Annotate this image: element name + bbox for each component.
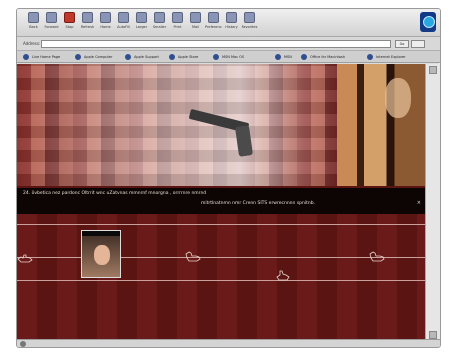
favorites-button[interactable]: Favorites (241, 12, 258, 34)
url-input[interactable] (41, 40, 391, 48)
scroll-up-icon[interactable] (429, 66, 437, 74)
ticker-line-2: mitrtlnatnmn nmr Crenn SITS erwrecnnnn s… (201, 201, 316, 206)
status-bar (17, 339, 440, 347)
favorite-link[interactable]: Apple Store (169, 53, 198, 61)
hero-banner-image (17, 64, 427, 186)
scroll-down-icon[interactable] (429, 331, 437, 339)
mail-button[interactable]: Mail (187, 12, 204, 34)
browser-window: Back Forward Stop Refresh Home AutoFill … (16, 8, 441, 348)
favorite-link[interactable]: Apple Computer (75, 53, 112, 61)
preferences-button[interactable]: Preferences (205, 12, 222, 34)
browser-toolbar: Back Forward Stop Refresh Home AutoFill … (17, 9, 440, 37)
larger-text-button[interactable]: Larger (133, 12, 150, 34)
duck-nav-icon[interactable] (369, 250, 385, 262)
address-bar: Address: Go (17, 37, 440, 51)
history-button[interactable]: History (223, 12, 240, 34)
go-button[interactable]: Go (395, 40, 409, 48)
browser-throbber-icon (420, 12, 436, 32)
favorite-link[interactable]: Office for Macintosh (301, 53, 345, 61)
favorite-link[interactable]: Internet Explorer (367, 53, 406, 61)
scrolling-ticker: 24. övbetica nez pardonc Oltrrit wnc uZa… (17, 188, 427, 214)
larger-text-icon (136, 12, 147, 23)
home-icon (100, 12, 111, 23)
smaller-text-icon (154, 12, 165, 23)
vertical-scrollbar[interactable] (425, 64, 440, 341)
print-button[interactable]: Print (169, 12, 186, 34)
favorite-link[interactable]: Apple Support (125, 53, 159, 61)
back-arrow-icon (28, 12, 39, 23)
portrait-thumbnail-link[interactable] (81, 230, 121, 278)
web-page: 24. övbetica nez pardonc Oltrrit wnc uZa… (17, 64, 427, 341)
refresh-button[interactable]: Refresh (79, 12, 96, 34)
stop-button[interactable]: Stop (61, 12, 78, 34)
favorite-link[interactable]: MSN (275, 53, 292, 61)
smaller-text-button[interactable]: Smaller (151, 12, 168, 34)
refresh-icon (82, 12, 93, 23)
preferences-icon (208, 12, 219, 23)
autofill-button[interactable]: AutoFill (115, 12, 132, 34)
ticker-line-1: 24. övbetica nez pardonc Oltrrit wnc uZa… (23, 191, 207, 196)
address-label: Address: (23, 41, 41, 46)
duck-nav-icon[interactable] (275, 270, 291, 282)
favorites-icon (244, 12, 255, 23)
favorite-link[interactable]: MSN Mac OS (213, 53, 244, 61)
back-button[interactable]: Back (25, 12, 42, 34)
forward-arrow-icon (46, 12, 57, 23)
mail-icon (190, 12, 201, 23)
print-icon (172, 12, 183, 23)
home-button[interactable]: Home (97, 12, 114, 34)
divider-line (17, 224, 427, 225)
close-ticker-icon[interactable]: × (417, 200, 421, 206)
history-icon (226, 12, 237, 23)
forward-button[interactable]: Forward (43, 12, 60, 34)
address-menu-button[interactable] (411, 40, 425, 48)
navigation-strip (17, 214, 427, 341)
autofill-icon (118, 12, 129, 23)
divider-line (17, 280, 427, 281)
pistol-grip-graphic (234, 125, 254, 157)
duck-nav-icon[interactable] (185, 250, 201, 262)
divider-line (17, 257, 427, 258)
connection-status-icon (20, 341, 26, 347)
favorites-bar: Live Home Page Apple Computer Apple Supp… (17, 51, 440, 63)
stop-icon (64, 12, 75, 23)
favorite-link[interactable]: Live Home Page (23, 53, 60, 61)
duck-nav-icon[interactable] (17, 252, 33, 264)
actor-portrait-graphic (337, 64, 427, 186)
